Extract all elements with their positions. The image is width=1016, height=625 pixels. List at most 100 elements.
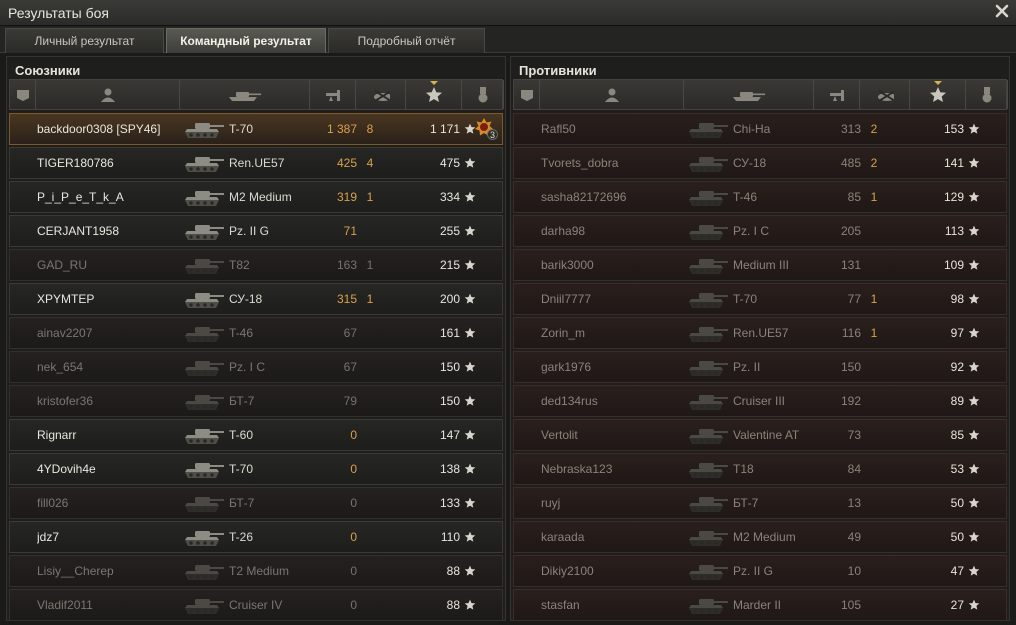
column-header-platoon[interactable] — [10, 80, 36, 109]
ally-row[interactable]: GAD_RU T82 163 1 215 — [9, 249, 503, 281]
damage-icon — [325, 89, 340, 101]
tank-thumbnail — [684, 114, 732, 144]
enemy-row[interactable]: sasha82172696 T-46 85 1 129 — [513, 181, 1007, 213]
ally-row[interactable]: Lisiy__Cherep T2 Medium 0 88 — [9, 555, 503, 587]
kills-value — [360, 318, 380, 348]
enemy-row[interactable]: ruyj БТ-7 13 50 — [513, 487, 1007, 519]
enemy-row[interactable]: karaada M2 Medium 49 50 — [513, 521, 1007, 553]
ally-row[interactable]: XPYMTEP СУ-18 315 1 200 — [9, 283, 503, 315]
column-header-damage[interactable] — [814, 80, 860, 109]
star-icon — [464, 191, 476, 202]
tab-detailed-report[interactable]: Подробный отчёт — [328, 28, 485, 53]
column-header-xp[interactable] — [910, 80, 966, 109]
kills-value — [360, 216, 380, 246]
ally-row[interactable]: P_i_P_e_T_k_A M2 Medium 319 1 334 — [9, 181, 503, 213]
xp-value: 85 — [950, 428, 964, 442]
enemy-row[interactable]: Dikiy2100 Pz. II G 10 47 — [513, 555, 1007, 587]
kills-value — [360, 556, 380, 586]
xp-star — [968, 182, 980, 212]
enemy-row[interactable]: Rafl50 Chi-Ha 313 2 153 — [513, 113, 1007, 145]
xp-value: 1 171 — [429, 122, 460, 136]
kills-value: 1 — [870, 326, 878, 340]
ally-row[interactable]: TIGER180786 Ren.UE57 425 4 475 — [9, 147, 503, 179]
enemy-row[interactable]: gark1976 Pz. II 150 92 — [513, 351, 1007, 383]
enemy-row[interactable]: Dniil7777 T-70 77 1 98 — [513, 283, 1007, 315]
damage-value: 163 — [336, 258, 357, 272]
ally-row[interactable]: backdoor0308 [SPY46] T-70 1 387 8 1 171 3 — [9, 113, 503, 145]
ally-row[interactable]: 4YDovih4e T-70 0 138 — [9, 453, 503, 485]
tab-team-result[interactable]: Командный результат — [166, 28, 326, 53]
xp-star — [464, 250, 476, 280]
star-icon — [464, 531, 476, 542]
player-name: darha98 — [541, 224, 586, 238]
player-name: ainav2207 — [37, 326, 93, 340]
column-header-vehicle[interactable] — [684, 80, 814, 109]
tab-bar: Личный результат Командный результат Под… — [0, 26, 1016, 53]
enemy-row[interactable]: Zorin_m Ren.UE57 116 1 97 — [513, 317, 1007, 349]
tank-thumbnail — [684, 556, 732, 586]
column-header-damage[interactable] — [310, 80, 356, 109]
star-icon — [968, 497, 980, 508]
xp-star — [464, 556, 476, 586]
xp-value: 150 — [439, 394, 460, 408]
xp-icon — [425, 86, 442, 102]
column-header-player[interactable] — [540, 80, 684, 109]
player-name: Vertolit — [541, 428, 578, 442]
player-name: karaada — [541, 530, 585, 544]
ally-row[interactable]: ainav2207 T-46 67 161 — [9, 317, 503, 349]
damage-value: 84 — [847, 462, 861, 476]
damage-value: 0 — [350, 564, 357, 578]
kills-icon — [373, 89, 390, 102]
tank-thumbnail — [180, 454, 228, 484]
column-header-kills[interactable] — [356, 80, 406, 109]
tank-icon — [185, 429, 224, 444]
column-header-xp[interactable] — [406, 80, 462, 109]
ally-row[interactable]: Rignarr T-60 0 147 — [9, 419, 503, 451]
enemy-row[interactable]: darha98 Pz. I C 205 113 — [513, 215, 1007, 247]
column-header-vehicle[interactable] — [180, 80, 310, 109]
xp-star — [464, 454, 476, 484]
column-header-medal[interactable] — [966, 80, 1008, 109]
ally-row[interactable]: nek_654 Pz. I C 67 150 — [9, 351, 503, 383]
player-name: sasha82172696 — [541, 190, 627, 204]
tank-thumbnail — [684, 522, 732, 552]
tank-icon — [689, 463, 728, 478]
medal[interactable]: 3 — [472, 114, 498, 144]
medal-icon — [982, 86, 991, 102]
ally-row[interactable]: Vladif2011 Cruiser IV 0 88 — [9, 589, 503, 621]
column-header-platoon[interactable] — [514, 80, 540, 109]
xp-star — [464, 182, 476, 212]
enemy-row[interactable]: barik3000 Medium III 131 109 — [513, 249, 1007, 281]
enemy-row[interactable]: Vertolit Valentine AT 73 85 — [513, 419, 1007, 451]
enemy-row[interactable]: Tvorets_dobra СУ-18 485 2 141 — [513, 147, 1007, 179]
column-header-kills[interactable] — [860, 80, 910, 109]
player-name: ded134rus — [541, 394, 598, 408]
enemy-row[interactable]: Nebraska123 T18 84 53 — [513, 453, 1007, 485]
xp-value: 200 — [439, 292, 460, 306]
enemy-row[interactable]: stasfan Marder II 105 27 — [513, 589, 1007, 621]
damage-value: 71 — [343, 224, 357, 238]
kills-value — [864, 250, 884, 280]
tank-thumbnail — [684, 216, 732, 246]
xp-value: 97 — [950, 326, 964, 340]
xp-star — [968, 386, 980, 416]
window-titlebar: Результаты боя — [0, 0, 1016, 26]
player-icon — [604, 88, 619, 102]
xp-value: 133 — [439, 496, 460, 510]
kills-value — [360, 420, 380, 450]
enemy-row[interactable]: ded134rus Cruiser III 192 89 — [513, 385, 1007, 417]
ally-row[interactable]: jdz7 T-26 0 110 — [9, 521, 503, 553]
tank-thumbnail — [180, 522, 228, 552]
ally-row[interactable]: CERJANT1958 Pz. II G 71 255 — [9, 215, 503, 247]
xp-star — [464, 352, 476, 382]
column-header-player[interactable] — [36, 80, 180, 109]
ally-row[interactable]: fill026 БТ-7 0 133 — [9, 487, 503, 519]
star-icon — [464, 361, 476, 372]
tank-thumbnail — [180, 284, 228, 314]
ally-row[interactable]: kristofer36 БТ-7 79 150 — [9, 385, 503, 417]
tank-icon — [185, 395, 224, 410]
close-icon[interactable] — [994, 3, 1010, 19]
tab-personal-result[interactable]: Личный результат — [5, 28, 164, 53]
column-header-medal[interactable] — [462, 80, 504, 109]
player-name: TIGER180786 — [37, 156, 114, 170]
